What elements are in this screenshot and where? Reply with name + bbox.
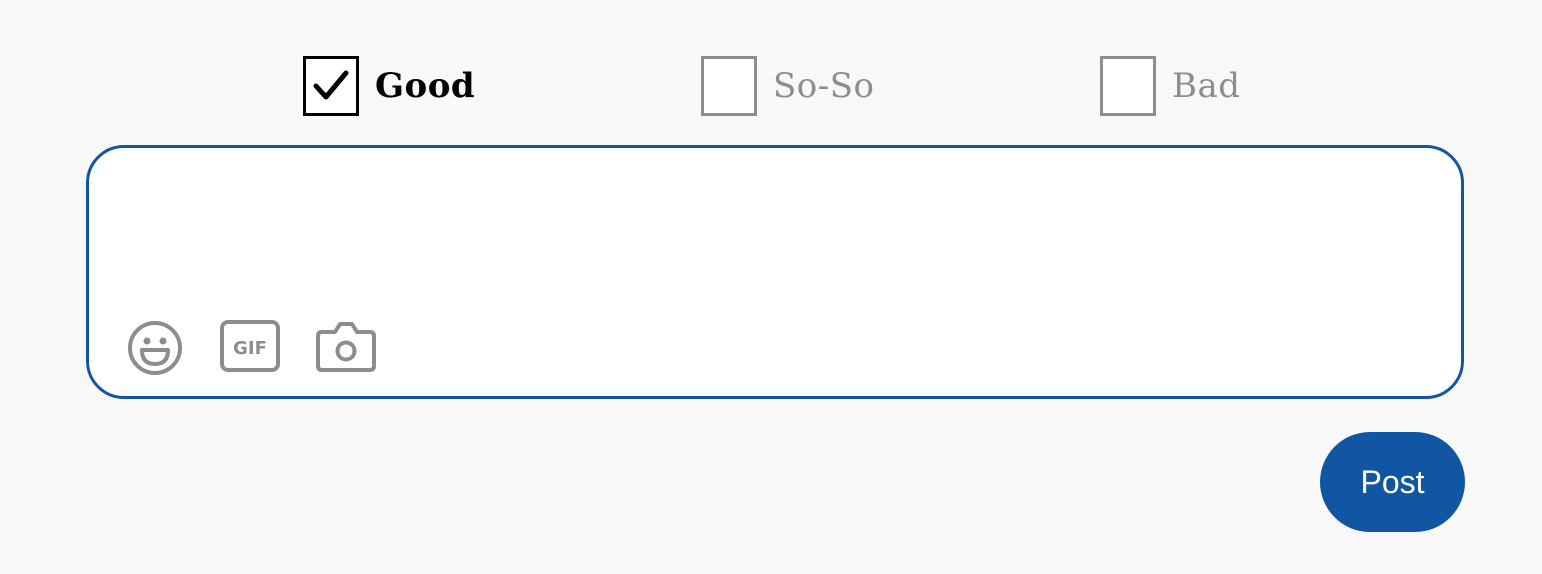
so-so-label: So-So — [773, 66, 875, 106]
good-checkbox[interactable] — [303, 56, 359, 116]
rating-option-so-so[interactable]: So-So — [701, 56, 875, 116]
rating-option-good[interactable]: Good — [303, 56, 475, 116]
gif-icon[interactable]: GIF — [220, 320, 280, 372]
camera-icon[interactable] — [316, 320, 376, 374]
bad-checkbox[interactable] — [1100, 56, 1156, 116]
review-composer-page: Good So-So Bad GIF Post — [0, 0, 1542, 574]
checkmark-icon — [313, 70, 349, 100]
post-button[interactable]: Post — [1320, 432, 1465, 532]
good-label: Good — [375, 66, 476, 106]
comment-composer[interactable]: GIF — [86, 145, 1464, 399]
comment-input[interactable] — [125, 172, 1429, 316]
bad-label: Bad — [1172, 66, 1241, 106]
rating-option-bad[interactable]: Bad — [1100, 56, 1241, 116]
gif-icon-text: GIF — [233, 338, 267, 359]
emoji-icon[interactable] — [127, 320, 183, 376]
so-so-checkbox[interactable] — [701, 56, 757, 116]
